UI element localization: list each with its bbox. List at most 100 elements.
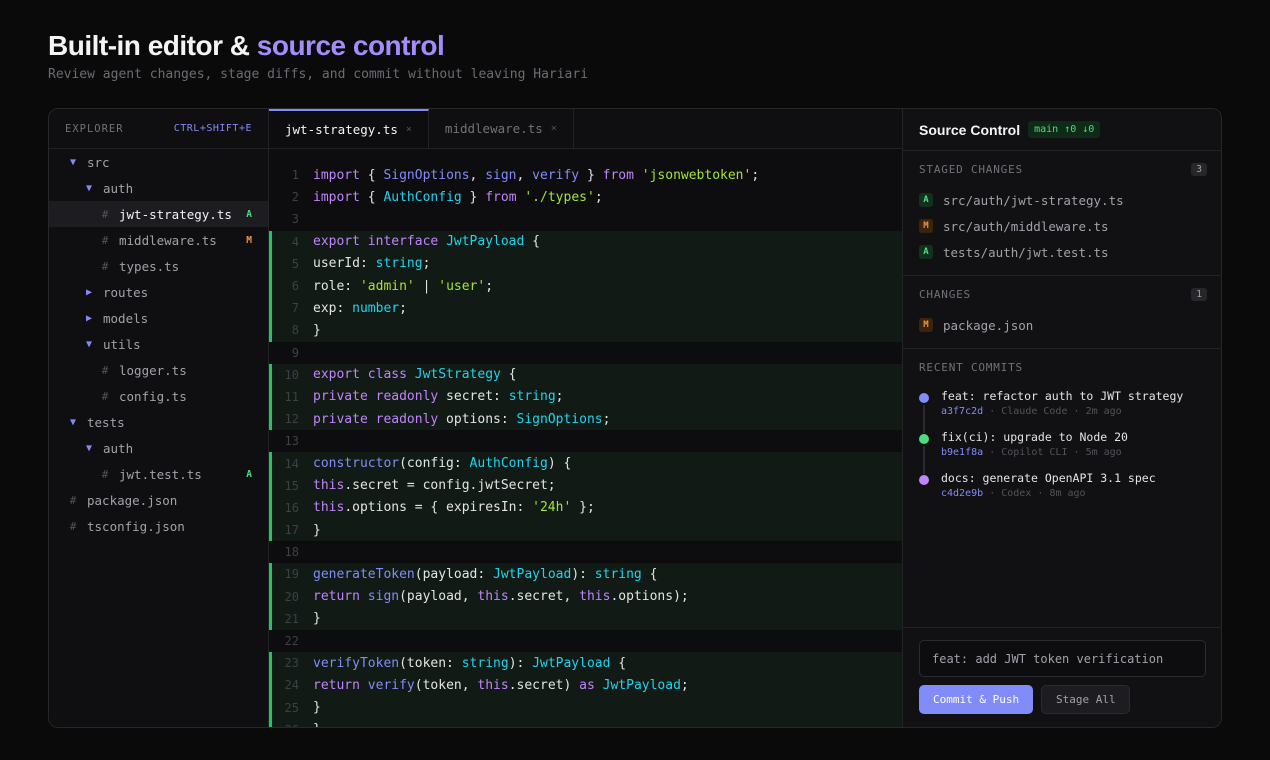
title-accent: source control xyxy=(257,30,444,61)
code-area[interactable]: 1import { SignOptions, sign, verify } fr… xyxy=(269,149,902,728)
git-status-badge: M xyxy=(246,235,252,246)
recent-commits-title: RECENT COMMITS xyxy=(919,361,1023,374)
tab-jwt-strategy-ts[interactable]: jwt-strategy.ts× xyxy=(269,109,429,148)
explorer-shortcut: CTRL+SHIFT+E xyxy=(174,123,252,134)
changes-count: 1 xyxy=(1191,288,1207,301)
commit-message-input[interactable] xyxy=(919,640,1206,677)
line-number: 7 xyxy=(272,301,313,315)
commit-hash[interactable]: c4d2e9b xyxy=(941,488,983,499)
code-line: 5userId: string; xyxy=(269,253,902,275)
staged-changes-title: STAGED CHANGES xyxy=(919,163,1023,176)
editor-window: EXPLORER CTRL+SHIFT+E ▼src▼auth#jwt-stra… xyxy=(48,108,1222,728)
code-line: 12private readonly options: SignOptions; xyxy=(269,408,902,430)
code-token: ; xyxy=(485,279,493,294)
code-line: 14constructor(config: AuthConfig) { xyxy=(269,452,902,474)
close-icon[interactable]: × xyxy=(551,123,557,134)
tab-middleware-ts[interactable]: middleware.ts× xyxy=(429,109,574,148)
git-status-badge: A xyxy=(919,245,933,259)
code-token: string xyxy=(509,389,556,404)
tree-item-label: auth xyxy=(103,441,133,456)
meta-separator: · xyxy=(989,488,995,499)
commit-message: docs: generate OpenAPI 3.1 spec xyxy=(941,471,1207,485)
git-status-badge: A xyxy=(919,193,933,207)
change-item-src-auth-middleware-ts[interactable]: Msrc/auth/middleware.ts xyxy=(919,213,1207,239)
page-title: Built-in editor & source control xyxy=(48,30,444,62)
code-line: 21} xyxy=(269,608,902,630)
code-token: ; xyxy=(556,389,564,404)
change-item-tests-auth-jwt-test-ts[interactable]: Atests/auth/jwt.test.ts xyxy=(919,239,1207,265)
file-icon: # xyxy=(65,520,81,533)
code-token: JwtStrategy xyxy=(415,367,501,382)
tree-item-utils[interactable]: ▼utils xyxy=(49,331,268,357)
code-token: (payload, xyxy=(399,589,477,604)
code-token: role: xyxy=(313,279,360,294)
folder-open-icon: ▼ xyxy=(65,157,81,168)
tree-item-src[interactable]: ▼src xyxy=(49,149,268,175)
line-number: 8 xyxy=(272,323,313,337)
git-status-badge: M xyxy=(919,219,933,233)
code-token: this xyxy=(579,589,610,604)
tree-item-label: logger.ts xyxy=(119,363,187,378)
code-token: (payload: xyxy=(415,567,493,582)
branch-badge[interactable]: main ↑0 ↓0 xyxy=(1028,121,1100,138)
page-subtitle: Review agent changes, stage diffs, and c… xyxy=(48,67,588,82)
tree-item-logger-ts[interactable]: #logger.ts xyxy=(49,357,268,383)
commit-item[interactable]: fix(ci): upgrade to Node 20b9e1f8a · Cop… xyxy=(919,430,1207,471)
line-number: 1 xyxy=(269,168,313,182)
commit-hash[interactable]: b9e1f8a xyxy=(941,447,983,458)
code-token: '24h' xyxy=(532,500,571,515)
code-token: , xyxy=(517,168,533,183)
code-editor: jwt-strategy.ts×middleware.ts× 1import {… xyxy=(269,109,902,727)
code-token: { xyxy=(360,190,383,205)
git-status-badge: A xyxy=(246,469,252,480)
tree-item-routes[interactable]: ▶routes xyxy=(49,279,268,305)
commit-rail xyxy=(923,405,925,433)
change-item-package-json[interactable]: Mpackage.json xyxy=(919,312,1207,338)
code-token: ; xyxy=(423,256,431,271)
staged-changes-header[interactable]: STAGED CHANGES 3 xyxy=(919,151,1207,187)
tree-item-config-ts[interactable]: #config.ts xyxy=(49,383,268,409)
tree-item-tests[interactable]: ▼tests xyxy=(49,409,268,435)
code-line: 26} xyxy=(269,719,902,728)
line-number: 24 xyxy=(272,678,313,692)
tree-item-label: jwt.test.ts xyxy=(119,467,202,482)
explorer-header: EXPLORER CTRL+SHIFT+E xyxy=(49,109,268,149)
code-token: ; xyxy=(603,412,611,427)
code-token: return xyxy=(313,589,360,604)
code-line: 7exp: number; xyxy=(269,297,902,319)
line-number: 9 xyxy=(269,346,313,360)
tree-item-label: middleware.ts xyxy=(119,233,217,248)
commit-item[interactable]: docs: generate OpenAPI 3.1 spec c4d2e9b ·… xyxy=(919,471,1207,512)
tree-item-jwt-strategy-ts[interactable]: #jwt-strategy.tsA xyxy=(49,201,268,227)
tree-item-tsconfig-json[interactable]: #tsconfig.json xyxy=(49,513,268,539)
change-item-src-auth-jwt-strategy-ts[interactable]: Asrc/auth/jwt-strategy.ts xyxy=(919,187,1207,213)
tree-item-package-json[interactable]: #package.json xyxy=(49,487,268,513)
file-icon: # xyxy=(97,260,113,273)
code-line: 19generateToken(payload: JwtPayload): st… xyxy=(269,563,902,585)
tree-item-auth[interactable]: ▼auth xyxy=(49,435,268,461)
commit-push-button[interactable]: Commit & Push xyxy=(919,685,1033,714)
tree-item-auth[interactable]: ▼auth xyxy=(49,175,268,201)
changes-title: CHANGES xyxy=(919,288,971,301)
tree-item-jwt-test-ts[interactable]: #jwt.test.tsA xyxy=(49,461,268,487)
code-line: 6role: 'admin' | 'user'; xyxy=(269,275,902,297)
commit-time: 8m ago xyxy=(1049,488,1085,499)
commit-hash[interactable]: a3f7c2d xyxy=(941,406,983,417)
explorer-title: EXPLORER xyxy=(65,123,124,135)
code-token: } xyxy=(462,190,485,205)
commit-item[interactable]: feat: refactor auth to JWT strategya3f7c… xyxy=(919,389,1207,430)
tree-item-types-ts[interactable]: #types.ts xyxy=(49,253,268,279)
commit-dot-icon xyxy=(919,475,929,485)
code-token xyxy=(517,190,525,205)
stage-all-button[interactable]: Stage All xyxy=(1041,685,1130,714)
code-token: } xyxy=(313,700,321,715)
line-number: 2 xyxy=(269,190,313,204)
tree-item-models[interactable]: ▶models xyxy=(49,305,268,331)
meta-separator: · xyxy=(1074,447,1080,458)
changes-header[interactable]: CHANGES 1 xyxy=(919,276,1207,312)
tree-item-label: models xyxy=(103,311,148,326)
code-token: 'user' xyxy=(438,279,485,294)
close-icon[interactable]: × xyxy=(406,124,412,135)
code-token: ) { xyxy=(548,456,571,471)
tree-item-middleware-ts[interactable]: #middleware.tsM xyxy=(49,227,268,253)
